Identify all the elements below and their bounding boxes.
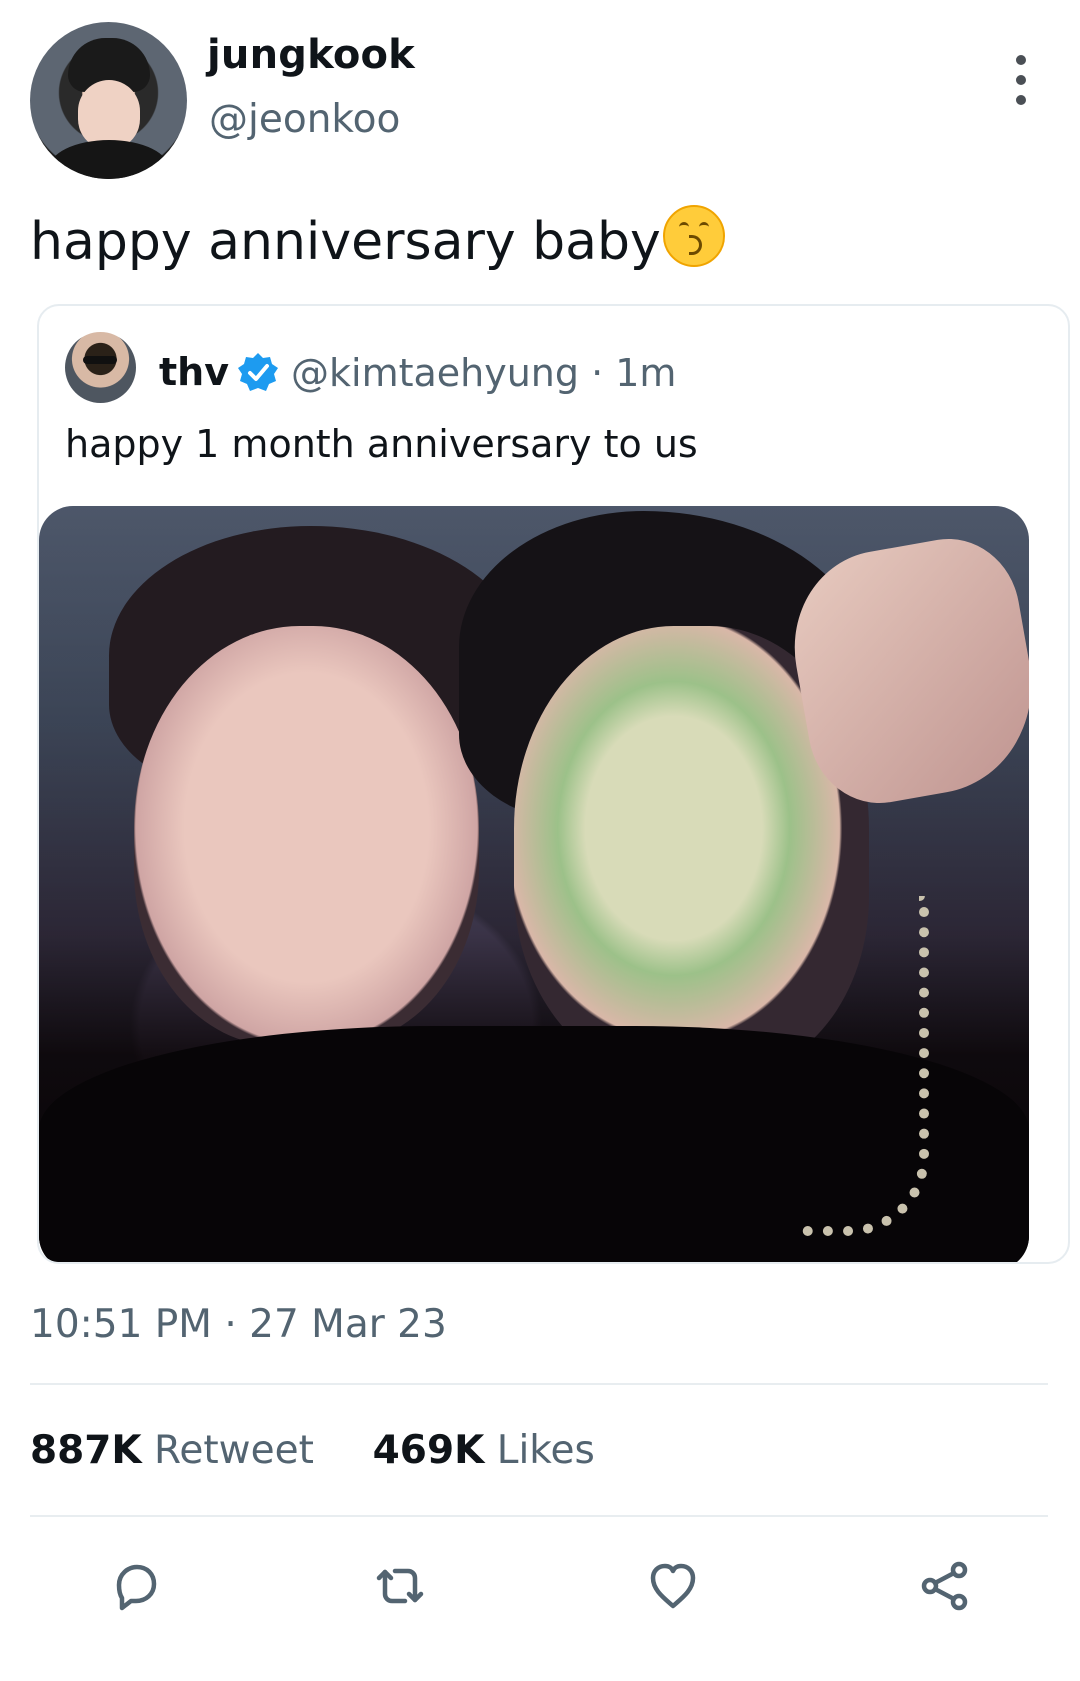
retweet-icon bbox=[376, 1568, 424, 1604]
like-label[interactable]: Likes bbox=[497, 1428, 595, 1473]
more-vertical-icon[interactable] bbox=[1014, 55, 1028, 107]
emoji-eye bbox=[678, 222, 689, 231]
avatar-glasses bbox=[83, 356, 117, 364]
more-dot bbox=[1016, 75, 1026, 85]
tweet-text: happy anniversary baby bbox=[30, 212, 661, 272]
verified-badge-icon bbox=[238, 353, 278, 391]
stats-divider-top bbox=[30, 1383, 1048, 1385]
reply-button[interactable] bbox=[106, 1557, 164, 1615]
quoted-tweet-card[interactable]: thv @kimtaehyung · 1m happy 1 month anni… bbox=[37, 304, 1070, 1264]
retweet-count[interactable]: 887K bbox=[30, 1428, 142, 1473]
author-handle[interactable]: @jeonkoo bbox=[209, 97, 400, 142]
quoted-tweet-photo[interactable] bbox=[39, 506, 1029, 1262]
engagement-stats: 887K Retweet 469K Likes bbox=[30, 1428, 595, 1473]
photo-person-left-face bbox=[134, 626, 479, 1046]
stats-divider-bottom bbox=[30, 1515, 1048, 1517]
share-icon bbox=[921, 1561, 968, 1611]
quoted-author-avatar[interactable] bbox=[65, 332, 136, 403]
author-avatar[interactable] bbox=[30, 22, 187, 179]
quoted-author-handle-time[interactable]: @kimtaehyung · 1m bbox=[291, 351, 676, 395]
retweet-button[interactable] bbox=[371, 1557, 429, 1615]
share-button[interactable] bbox=[916, 1557, 974, 1615]
retweet-label[interactable]: Retweet bbox=[154, 1428, 314, 1473]
tweet-header: jungkook @jeonkoo bbox=[30, 22, 1050, 182]
tweet-timestamp[interactable]: 10:51 PM · 27 Mar 23 bbox=[30, 1302, 447, 1347]
quoted-author-display-name[interactable]: thv bbox=[159, 350, 229, 394]
more-dot bbox=[1016, 55, 1026, 65]
avatar-body bbox=[48, 140, 170, 179]
emoji-mouth bbox=[688, 235, 702, 255]
tweet-text-container: happy anniversary baby bbox=[30, 205, 725, 274]
like-button[interactable] bbox=[644, 1557, 702, 1615]
tweet-actions bbox=[0, 1557, 1080, 1627]
reply-icon bbox=[116, 1564, 157, 1611]
quoted-tweet-text: happy 1 month anniversary to us bbox=[65, 422, 698, 466]
heart-icon bbox=[650, 1563, 696, 1609]
emoji-eye bbox=[698, 222, 709, 231]
photo-chain-necklace bbox=[799, 896, 929, 1236]
more-dot bbox=[1016, 95, 1026, 105]
author-display-name[interactable]: jungkook bbox=[207, 32, 415, 78]
kissing-face-emoji-icon bbox=[662, 205, 725, 267]
like-count[interactable]: 469K bbox=[373, 1428, 485, 1473]
